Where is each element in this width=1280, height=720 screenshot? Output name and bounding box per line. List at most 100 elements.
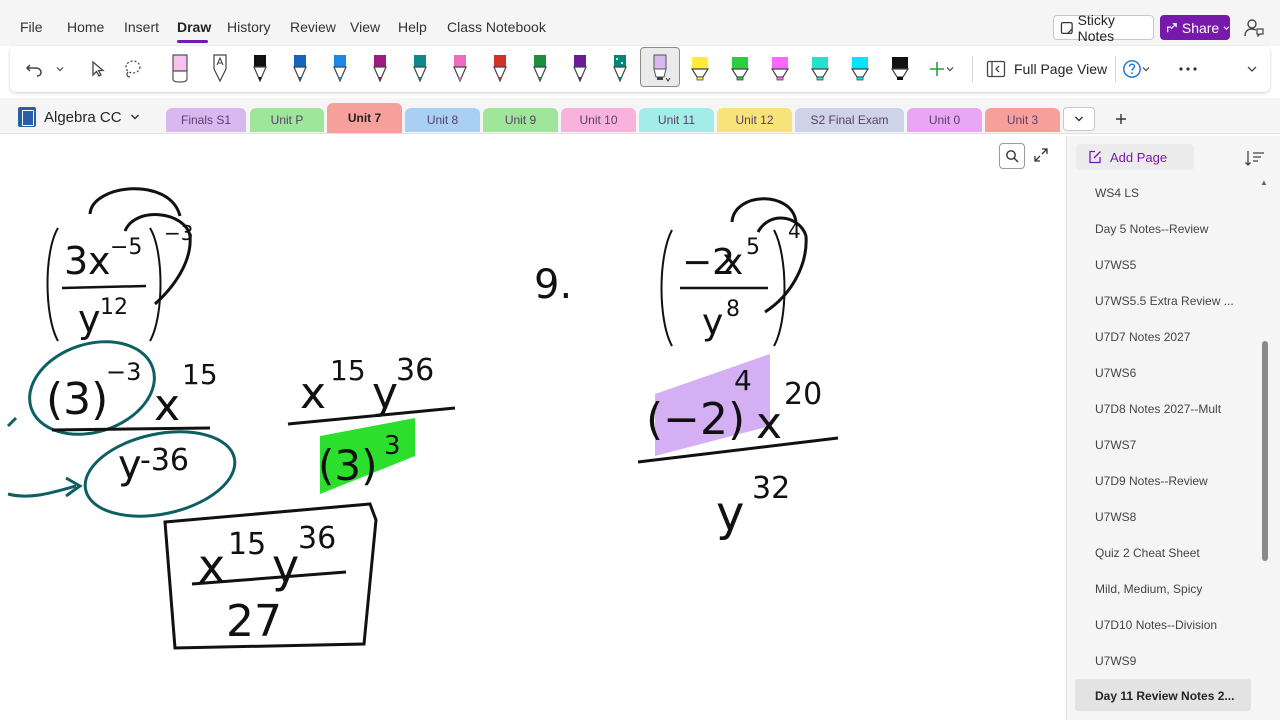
- undo-button[interactable]: [22, 46, 46, 92]
- page-item[interactable]: U7D9 Notes--Review: [1095, 474, 1255, 488]
- section-tab-unit-p[interactable]: Unit P: [250, 108, 324, 132]
- note-canvas[interactable]: 3 x −5 y 12 −3 (3) −3 x 15 y -36 x 15 y …: [0, 136, 1066, 720]
- sticky-notes-button[interactable]: Sticky Notes: [1053, 12, 1154, 44]
- lasso-tool-button[interactable]: [120, 46, 144, 92]
- pink-highlighter-icon[interactable]: [767, 51, 793, 85]
- r-step1-num-var-exp: 20: [784, 377, 822, 412]
- black-pen-icon[interactable]: [247, 51, 273, 85]
- page-item[interactable]: U7WS5.5 Extra Review ...: [1095, 294, 1255, 308]
- lasso-icon: [125, 60, 141, 78]
- left-den-var: y: [78, 297, 101, 341]
- sort-pages-icon[interactable]: [1244, 147, 1266, 169]
- section-tab-s2-final-exam[interactable]: S2 Final Exam: [795, 108, 904, 132]
- black-highlighter-icon[interactable]: [887, 51, 913, 85]
- section-tab-unit-9[interactable]: Unit 9: [483, 108, 558, 132]
- pink-pen-icon[interactable]: [447, 51, 473, 85]
- page-item[interactable]: U7D8 Notes 2027--Mult: [1095, 402, 1255, 416]
- r-step1-num-base-exp: 4: [734, 364, 752, 397]
- page-item[interactable]: U7WS8: [1095, 510, 1255, 524]
- cyan-highlighter-icon[interactable]: [847, 51, 873, 85]
- page-item[interactable]: U7WS9: [1095, 654, 1255, 668]
- add-section-button[interactable]: [1107, 107, 1135, 131]
- section-tab-unit-10[interactable]: Unit 10: [561, 108, 636, 132]
- right-den-exp: 8: [726, 297, 740, 322]
- page-list-scrollbar-thumb[interactable]: [1262, 341, 1268, 561]
- page-item[interactable]: Day 5 Notes--Review: [1095, 222, 1255, 236]
- page-item[interactable]: U7WS7: [1095, 438, 1255, 452]
- ink-layer: 3 x −5 y 12 −3 (3) −3 x 15 y -36 x 15 y …: [6, 187, 839, 650]
- expand-canvas-button[interactable]: [1030, 144, 1052, 166]
- light-blue-pen-icon[interactable]: [327, 51, 353, 85]
- section-tab-unit-3[interactable]: Unit 3: [985, 108, 1060, 132]
- red-pen-icon[interactable]: [487, 51, 513, 85]
- section-tab-unit-0[interactable]: Unit 0: [907, 108, 982, 132]
- draw-ribbon: Full Page View: [10, 46, 1270, 92]
- section-tab-unit-12[interactable]: Unit 12: [717, 108, 792, 132]
- page-item[interactable]: WS4 LS: [1095, 186, 1255, 200]
- page-list-panel: Add Page WS4 LS Day 5 Notes--Review U7WS…: [1066, 136, 1280, 720]
- r-step1-num-var: x: [756, 398, 782, 449]
- ink-to-text-pen-icon[interactable]: [207, 51, 233, 85]
- menu-draw[interactable]: Draw: [177, 19, 211, 35]
- eraser-icon[interactable]: [167, 51, 193, 85]
- page-item[interactable]: U7WS6: [1095, 366, 1255, 380]
- turquoise-highlighter-icon[interactable]: [807, 51, 833, 85]
- page-item[interactable]: U7D10 Notes--Division: [1095, 618, 1255, 632]
- page-item-selected[interactable]: Day 11 Review Notes 2...: [1095, 689, 1255, 703]
- menu-help[interactable]: Help: [398, 19, 427, 35]
- green-highlighter-icon[interactable]: [727, 51, 753, 85]
- menu-insert[interactable]: Insert: [124, 19, 159, 35]
- selected-highlighter-icon[interactable]: [647, 51, 673, 85]
- more-sections-button[interactable]: [1063, 107, 1095, 131]
- menu-file[interactable]: File: [20, 19, 43, 35]
- help-button[interactable]: [1118, 46, 1154, 92]
- chevron-down-icon: [1075, 116, 1083, 122]
- feedback-person-icon[interactable]: [1243, 17, 1265, 39]
- step1-den-exp: -36: [140, 443, 189, 478]
- dark-blue-pen-icon[interactable]: [287, 51, 313, 85]
- more-options-button[interactable]: [1174, 46, 1202, 92]
- menu-history[interactable]: History: [227, 19, 271, 35]
- menu-home[interactable]: Home: [67, 19, 104, 35]
- section-tab-unit-11[interactable]: Unit 11: [639, 108, 714, 132]
- full-page-view-button[interactable]: Full Page View: [986, 58, 1107, 80]
- add-pen-button[interactable]: [926, 46, 956, 92]
- canvas-search-button[interactable]: [999, 143, 1025, 169]
- magenta-pen-icon[interactable]: [367, 51, 393, 85]
- page-item[interactable]: Mild, Medium, Spicy: [1095, 582, 1255, 596]
- notebook-selector[interactable]: Algebra CC: [18, 106, 140, 128]
- left-x-exp: −5: [110, 235, 142, 260]
- share-button[interactable]: Share: [1160, 15, 1230, 40]
- add-page-label: Add Page: [1110, 149, 1168, 165]
- teal-pen-icon[interactable]: [407, 51, 433, 85]
- add-page-button[interactable]: Add Page: [1076, 144, 1194, 170]
- collapse-ribbon-button[interactable]: [1242, 46, 1262, 92]
- notebook-icon: [18, 107, 36, 127]
- page-item[interactable]: U7WS5: [1095, 258, 1255, 272]
- page-item[interactable]: U7D7 Notes 2027: [1095, 330, 1255, 344]
- green-pen-icon[interactable]: [527, 51, 553, 85]
- section-tab-unit-7[interactable]: Unit 7: [327, 103, 402, 133]
- answer-num-y-exp: 36: [298, 521, 336, 556]
- purple-pen-icon[interactable]: [567, 51, 593, 85]
- r-step1-den-exp: 32: [752, 471, 790, 506]
- galaxy-pen-icon[interactable]: [607, 51, 633, 85]
- step1-num-base-exp: −3: [106, 358, 141, 386]
- ribbon-divider: [1115, 56, 1116, 82]
- left-den-exp: 12: [100, 295, 128, 320]
- menu-view[interactable]: View: [350, 19, 380, 35]
- step2-num-x-exp: 15: [330, 354, 366, 387]
- right-problem: −2 x 5 y 8 4: [660, 197, 808, 347]
- section-tab-finals-s1[interactable]: Finals S1: [166, 108, 246, 132]
- answer-num-x-exp: 15: [228, 527, 266, 562]
- section-tab-unit-8[interactable]: Unit 8: [405, 108, 480, 132]
- undo-dropdown[interactable]: [54, 46, 66, 92]
- search-icon: [1006, 150, 1019, 163]
- menu-review[interactable]: Review: [290, 19, 336, 35]
- page-item[interactable]: Quiz 2 Cheat Sheet: [1095, 546, 1255, 560]
- menu-class-notebook[interactable]: Class Notebook: [447, 19, 546, 35]
- select-tool-button[interactable]: [86, 46, 110, 92]
- add-page-icon: [1089, 150, 1101, 164]
- r-step1-num-base: (−2): [646, 394, 745, 445]
- yellow-highlighter-icon[interactable]: [687, 51, 713, 85]
